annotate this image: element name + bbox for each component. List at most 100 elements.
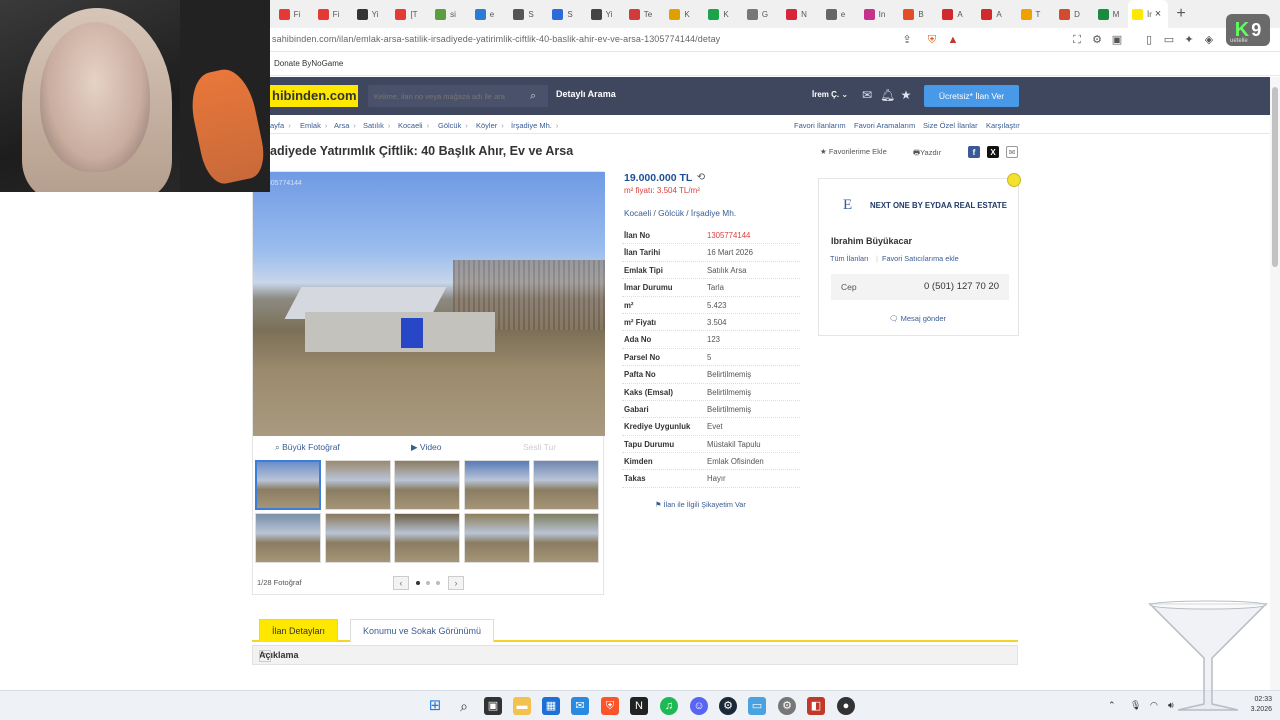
page-dot[interactable]	[416, 581, 420, 585]
store-icon[interactable]: ▦	[542, 697, 560, 715]
browser-tab[interactable]: e	[816, 0, 855, 28]
address-bar[interactable]: sahibinden.com/ilan/emlak-arsa-satilik-i…	[270, 28, 1280, 52]
browser-tab[interactable]: In	[855, 0, 894, 28]
user-menu[interactable]: İrem Ç. ⌄	[812, 90, 848, 99]
breadcrumb-item[interactable]: Arsa ›	[334, 121, 356, 130]
breadcrumb-item[interactable]: Köyler ›	[476, 121, 504, 130]
photo-thumbnail[interactable]	[324, 460, 391, 510]
spotify-icon[interactable]: ♫	[660, 697, 678, 715]
breadcrumb-item[interactable]: ayfa ›	[270, 121, 291, 130]
breadcrumb-item[interactable]: İrşadiye Mh. ›	[511, 121, 558, 130]
location-district[interactable]: Gölcük	[658, 208, 684, 218]
browser-tab[interactable]: S	[504, 0, 543, 28]
post-listing-button[interactable]: Ücretsiz* İlan Ver	[924, 85, 1019, 107]
photo-thumbnail[interactable]	[255, 513, 321, 563]
all-listings-link[interactable]: Tüm İlanları	[830, 254, 869, 263]
new-tab-button[interactable]: +	[1168, 5, 1194, 23]
sidebar-icon[interactable]: ▯	[1142, 33, 1156, 47]
wallet-icon[interactable]: ▭	[1162, 33, 1176, 47]
close-tab-icon[interactable]: ×	[1152, 8, 1164, 20]
browser-tab[interactable]: Yi	[348, 0, 387, 28]
tab-location-street-view[interactable]: Konumu ve Sokak Görünümü	[350, 619, 495, 642]
price-history-icon[interactable]: ⟲	[695, 172, 707, 184]
photo-thumbnail[interactable]	[463, 460, 530, 510]
browser-tab[interactable]: Yi	[582, 0, 621, 28]
settings-icon[interactable]: ⚙	[778, 697, 796, 715]
browser-tab[interactable]: Fi	[309, 0, 348, 28]
browser-tab[interactable]: K	[660, 0, 699, 28]
browser-tab[interactable]: K	[699, 0, 738, 28]
breadcrumb-item[interactable]: Satılık ›	[363, 121, 390, 130]
browser-tab-active[interactable]: İr ×	[1128, 0, 1168, 28]
mic-icon[interactable]: 🎙︎	[1130, 700, 1141, 711]
steam-icon[interactable]: ⚙	[719, 697, 737, 715]
big-photo-button[interactable]: ⌕ Büyük Fotoğraf	[275, 442, 340, 453]
extension-icon[interactable]: ⚙	[1090, 33, 1104, 47]
browser-tab[interactable]: S	[543, 0, 582, 28]
brave-rewards-icon[interactable]: ▲	[946, 33, 960, 47]
top-link[interactable]: Karşılaştır	[986, 121, 1020, 130]
brave-icon[interactable]: ⛨	[601, 697, 619, 715]
windows-start-icon[interactable]: ⊞	[426, 697, 444, 715]
prev-page-button[interactable]: ‹	[393, 576, 409, 590]
breadcrumb-item[interactable]: Emlak ›	[300, 121, 327, 130]
main-photo[interactable]: 1305774144	[253, 172, 605, 436]
video-button[interactable]: ▶ Video	[411, 442, 442, 453]
top-link[interactable]: Favori Aramalarım	[854, 121, 915, 130]
scrollbar-thumb[interactable]	[1272, 87, 1278, 267]
photo-thumbnail[interactable]	[324, 513, 391, 563]
site-logo[interactable]: hibinden.com	[270, 85, 358, 107]
phone-number[interactable]: 0 (501) 127 70 20	[924, 281, 999, 292]
star-icon[interactable]: ★	[899, 88, 913, 102]
leo-icon[interactable]: ✦	[1182, 33, 1196, 47]
breadcrumb-item[interactable]: Kocaeli ›	[398, 121, 429, 130]
app-icon[interactable]: ◧	[807, 697, 825, 715]
complaint-link[interactable]: ⚑ İlan ile İlgili Şikayetim Var	[655, 500, 746, 509]
search-input[interactable]	[368, 85, 518, 107]
tab-listing-details[interactable]: İlan Detayları	[259, 619, 339, 642]
mail-icon[interactable]: ✉	[860, 88, 874, 102]
collapse-icon[interactable]: ⌃	[259, 650, 271, 662]
photo-thumbnail[interactable]	[463, 513, 530, 563]
detailed-search-link[interactable]: Detaylı Arama	[556, 89, 616, 99]
photo-thumbnail[interactable]	[394, 460, 460, 510]
email-share-icon[interactable]: ✉	[1006, 146, 1018, 158]
share-icon[interactable]: ⇪	[900, 33, 914, 47]
obs-icon[interactable]: ●	[837, 697, 855, 715]
discord-icon[interactable]: ☺	[690, 697, 708, 715]
top-link[interactable]: Size Özel İlanlar	[923, 121, 978, 130]
bookmark-donate[interactable]: Donate ByNoGame	[274, 59, 343, 68]
bell-icon[interactable]: 🔔︎	[880, 88, 895, 102]
browser-tab[interactable]: A	[933, 0, 972, 28]
x-share-icon[interactable]: X	[987, 146, 999, 158]
browser-tab[interactable]: N	[777, 0, 816, 28]
page-dot[interactable]	[426, 581, 430, 585]
notion-icon[interactable]: N	[630, 697, 648, 715]
voice-tour-button[interactable]: Sesli Tur	[523, 442, 556, 452]
tray-chevron-icon[interactable]: ⌃	[1108, 700, 1116, 711]
browser-tab[interactable]: M	[1089, 0, 1128, 28]
favorite-seller-link[interactable]: Favori Satıcılarıma ekle	[882, 254, 959, 263]
browser-tab[interactable]: [T	[387, 0, 426, 28]
task-view-icon[interactable]: ▣	[484, 697, 502, 715]
photo-thumbnail[interactable]	[255, 460, 321, 510]
send-message-link[interactable]: 🗨︎ Mesaj gönder	[889, 314, 946, 323]
screenshot-icon[interactable]: ⛶	[1070, 33, 1084, 47]
print-link[interactable]: 🖶︎Yazdır	[913, 147, 941, 160]
browser-tab[interactable]: e	[465, 0, 504, 28]
browser-tab[interactable]: si	[426, 0, 465, 28]
description-section-header[interactable]: Açıklama ⌃	[252, 645, 1018, 665]
file-explorer-icon[interactable]: ▬	[513, 697, 531, 715]
browser-tab[interactable]: D	[1050, 0, 1089, 28]
remote-desktop-icon[interactable]: ▭	[748, 697, 766, 715]
photo-thumbnail[interactable]	[533, 513, 599, 563]
add-favorite-link[interactable]: ★ Favorilerime Ekle	[820, 147, 887, 156]
seller-store-name[interactable]: NEXT ONE BY EYDAA REAL ESTATE	[870, 201, 1007, 210]
reader-icon[interactable]: ▣	[1110, 33, 1124, 47]
scrollbar[interactable]	[1270, 77, 1280, 690]
browser-tab[interactable]: Fi	[270, 0, 309, 28]
facebook-share-icon[interactable]: f	[968, 146, 980, 158]
outlook-icon[interactable]: ✉	[571, 697, 589, 715]
photo-thumbnail[interactable]	[533, 460, 599, 510]
browser-tab[interactable]: T	[1011, 0, 1050, 28]
